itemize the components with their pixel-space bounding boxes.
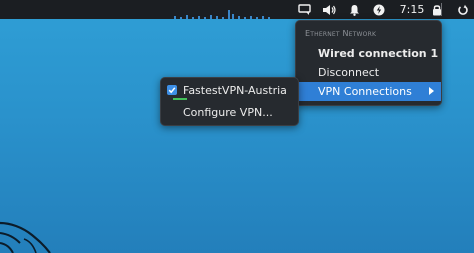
menu-item-label: Wired connection 1 — [318, 47, 439, 60]
menu-item-label: Configure VPN... — [183, 106, 273, 119]
power-icon[interactable] — [455, 1, 471, 18]
network-menu-heading: Ethernet Network — [305, 29, 377, 38]
bell-icon[interactable] — [346, 1, 362, 18]
checkbox-checked-icon[interactable] — [167, 85, 177, 95]
chevron-right-icon — [429, 87, 434, 95]
menu-item-label: FastestVPN-Austria — [183, 84, 287, 97]
clock-label: 7:15 — [399, 3, 425, 16]
network-menu: Ethernet Network Wired connection 1 Disc… — [295, 20, 442, 106]
screen-icon[interactable] — [296, 1, 312, 18]
top-panel: 7:15 — [0, 0, 474, 19]
vpn-submenu: FastestVPN-Austria Configure VPN... — [160, 77, 299, 126]
menu-item-vpn-connections[interactable]: VPN Connections — [296, 82, 441, 101]
clock[interactable]: 7:15 — [391, 1, 433, 18]
lock-icon[interactable] — [429, 1, 445, 18]
menu-item-disconnect[interactable]: Disconnect — [296, 63, 441, 82]
activity-graph — [174, 10, 270, 19]
volume-icon[interactable] — [321, 1, 337, 18]
menu-item-configure-vpn[interactable]: Configure VPN... — [161, 103, 298, 122]
kali-dragon-logo — [0, 221, 51, 253]
menu-item-wired-connection[interactable]: Wired connection 1 — [296, 44, 441, 63]
menu-item-label: Disconnect — [318, 66, 380, 79]
vpn-active-indicator — [173, 98, 187, 100]
network-icon[interactable] — [371, 1, 387, 18]
menu-item-label: VPN Connections — [318, 85, 412, 98]
